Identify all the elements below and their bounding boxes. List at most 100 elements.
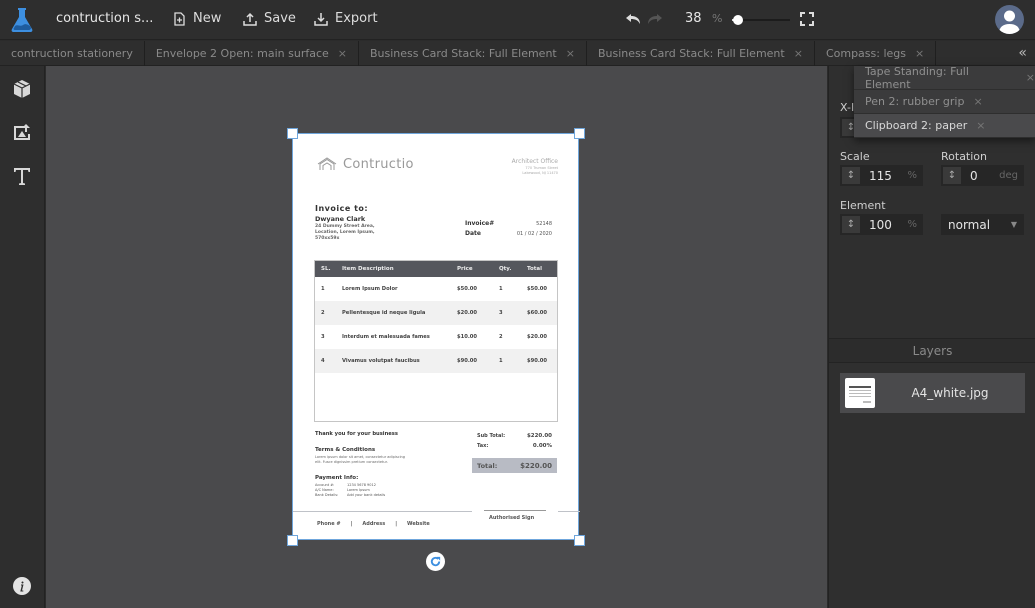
close-tab-icon[interactable]: × — [338, 47, 347, 60]
table-row: 2 Pellentesque id neque ligula $20.00 3 $60.… — [315, 301, 557, 325]
box-icon[interactable] — [12, 79, 32, 99]
blend-mode-value: normal — [948, 217, 991, 232]
layers-header: Layers — [829, 338, 1035, 363]
element-opacity-field[interactable]: ↕ 100 % — [840, 214, 923, 235]
tab-1[interactable]: Envelope 2 Open: main surface × — [145, 41, 359, 66]
footer-separator: | — [350, 521, 353, 527]
row-description: Pellentesque id neque ligula — [342, 310, 426, 316]
row-qty: 2 — [499, 334, 503, 340]
invoice-document[interactable]: Contructio Architect Office 770 Truman S… — [292, 133, 580, 540]
total-box: Total: $220.00 — [472, 458, 557, 473]
col-sl: SL. — [321, 266, 331, 272]
blend-mode-select[interactable]: normal ▼ — [941, 214, 1024, 235]
flask-logo-icon[interactable] — [10, 7, 34, 33]
new-file-icon — [174, 11, 185, 26]
resize-handle-bottom-left[interactable] — [287, 535, 298, 546]
scale-spinner[interactable]: ↕ — [842, 167, 860, 184]
overflow-tab-item[interactable]: Clipboard 2: paper × — [854, 114, 1035, 138]
close-tab-icon[interactable]: × — [976, 119, 985, 132]
account-value: 1234 5678 9012 — [347, 483, 376, 487]
close-tab-icon[interactable]: × — [973, 95, 982, 108]
element-unit: % — [907, 219, 917, 230]
payment-title: Payment Info: — [315, 475, 359, 481]
close-tab-icon[interactable]: × — [794, 47, 803, 60]
rotation-value[interactable]: 0 — [961, 169, 999, 183]
scale-value[interactable]: 115 — [860, 169, 907, 183]
overflow-tabs-menu: Tape Standing: Full Element × Pen 2: rubbe… — [854, 64, 1035, 138]
new-button[interactable]: New — [172, 11, 221, 26]
save-button[interactable]: Save — [243, 11, 296, 26]
invoice-no: 52148 — [536, 221, 552, 227]
resize-handle-top-left[interactable] — [287, 128, 298, 139]
close-tab-icon[interactable]: × — [1026, 71, 1035, 84]
export-label: Export — [335, 11, 378, 26]
brand-logo-icon — [317, 157, 337, 170]
tab-4[interactable]: Compass: legs × — [815, 41, 937, 66]
rotation-field[interactable]: ↕ 0 deg — [941, 165, 1024, 186]
table-row: 1 Lorem Ipsum Dolor $50.00 1 $50.00 — [315, 277, 557, 301]
footer-divider-right — [558, 511, 580, 512]
undo-icon[interactable] — [625, 12, 641, 26]
element-value[interactable]: 100 — [860, 218, 907, 232]
footer-separator: | — [395, 521, 398, 527]
subtotal-label: Sub Total: — [477, 433, 506, 439]
redo-icon[interactable] — [647, 12, 663, 26]
export-button[interactable]: Export — [314, 11, 378, 26]
close-tab-icon[interactable]: × — [915, 47, 924, 60]
layer-item[interactable]: A4_white.jpg — [840, 373, 1025, 413]
client-name: Dwyane Clark — [315, 215, 366, 223]
footer-address: Address — [362, 521, 386, 527]
tax-label: Tax: — [477, 443, 489, 449]
zoom-slider[interactable] — [732, 13, 790, 27]
text-icon[interactable] — [12, 166, 32, 186]
properties-panel: X-I ↕ Scale ↕ 115 % Rotation ↕ 0 deg Ele… — [828, 66, 1035, 608]
tab-0[interactable]: contruction stationery — [0, 41, 145, 66]
project-title[interactable]: contruction s... — [56, 11, 153, 26]
tab-2[interactable]: Business Card Stack: Full Element × — [359, 41, 587, 66]
chevron-down-icon: ▼ — [1010, 220, 1017, 229]
row-description: Interdum et malesuada fames — [342, 334, 430, 340]
tab-3[interactable]: Business Card Stack: Full Element × — [587, 41, 815, 66]
col-total: Total — [527, 266, 543, 272]
close-tab-icon[interactable]: × — [566, 47, 575, 60]
total-value: $220.00 — [520, 461, 552, 470]
overflow-tab-item[interactable]: Tape Standing: Full Element × — [854, 64, 1035, 91]
ac-name-value: Lorem Ipsum — [347, 488, 370, 492]
row-sl: 3 — [321, 334, 325, 340]
rotate-handle[interactable] — [426, 552, 445, 571]
overflow-tab-label: Pen 2: rubber grip — [865, 95, 965, 108]
row-price: $90.00 — [457, 358, 478, 364]
resize-handle-top-right[interactable] — [574, 128, 585, 139]
bank-value: Add your bank details — [347, 493, 386, 497]
x-label: X-I — [840, 101, 855, 114]
scale-field[interactable]: ↕ 115 % — [840, 165, 923, 186]
element-spinner[interactable]: ↕ — [842, 216, 860, 233]
tab-label: Business Card Stack: Full Element — [597, 47, 785, 60]
info-icon[interactable] — [12, 576, 32, 596]
authorised-sign: Authorised Sign — [489, 515, 535, 521]
tax-value: 0.00% — [532, 443, 552, 449]
row-price: $10.00 — [457, 334, 478, 340]
terms-title: Terms & Conditions — [315, 447, 376, 453]
office-title: Architect Office — [511, 158, 558, 165]
resize-handle-bottom-right[interactable] — [574, 535, 585, 546]
user-avatar[interactable] — [995, 5, 1024, 34]
fullscreen-icon[interactable] — [800, 12, 814, 26]
download-icon — [314, 12, 328, 26]
date-label: Date — [465, 230, 481, 237]
zoom-slider-knob[interactable] — [732, 15, 743, 25]
client-address-3: 570xx59x — [315, 236, 340, 241]
overflow-tab-item[interactable]: Pen 2: rubber grip × — [854, 90, 1035, 114]
upload-icon — [243, 12, 257, 26]
rotation-spinner[interactable]: ↕ — [943, 167, 961, 184]
row-qty: 1 — [499, 286, 503, 292]
col-qty: Qty. — [499, 266, 512, 272]
row-description: Vivamus volutpat faucibus — [342, 358, 420, 364]
footer-website: Website — [407, 521, 430, 527]
overflow-tab-label: Tape Standing: Full Element — [865, 64, 969, 91]
office-line2: Lakewood, NJ 11470 — [522, 171, 558, 175]
image-upload-icon[interactable] — [12, 122, 32, 142]
row-total: $90.00 — [527, 358, 548, 364]
row-price: $20.00 — [457, 310, 478, 316]
collapse-panel-icon[interactable]: « — [1018, 45, 1027, 61]
